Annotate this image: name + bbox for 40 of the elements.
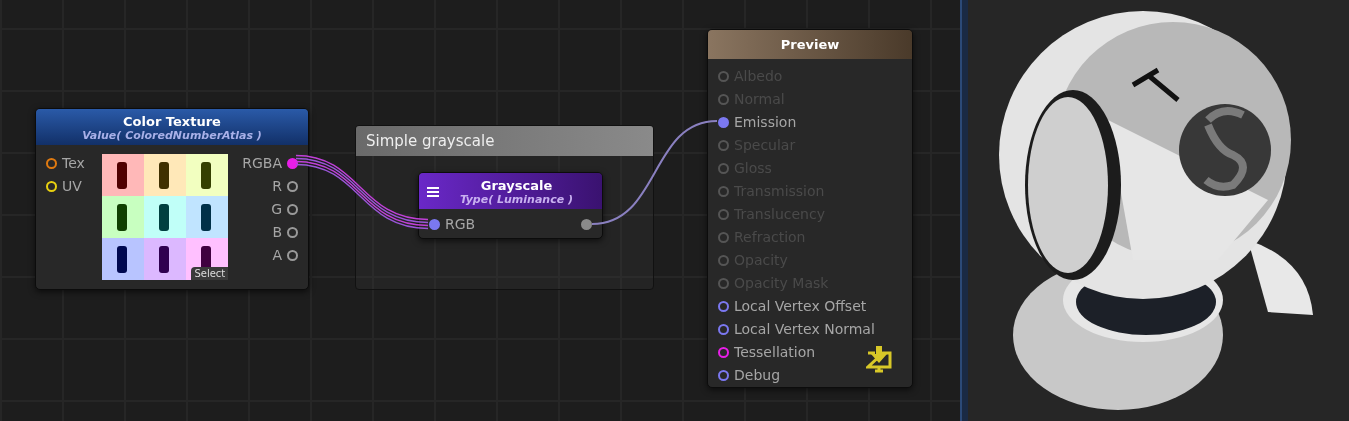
port-connector[interactable] — [718, 323, 729, 335]
port-label: Tessellation — [734, 344, 816, 360]
menu-icon[interactable] — [427, 187, 439, 197]
node-header[interactable]: Color Texture Value( ColoredNumberAtlas ) — [36, 109, 308, 145]
grayscale-node[interactable]: Grayscale Type( Luminance ) RGB — [418, 172, 603, 239]
node-subtitle: Type( Luminance ) — [458, 193, 574, 206]
port-connector[interactable] — [287, 226, 298, 238]
port-label: Local Vertex Offset — [734, 298, 867, 314]
port-connector[interactable] — [287, 180, 298, 192]
port-connector[interactable] — [287, 203, 298, 215]
port-label: RGBA — [242, 155, 282, 171]
port-connector[interactable] — [718, 346, 729, 358]
port-label: Debug — [734, 367, 781, 383]
port-connector[interactable] — [287, 249, 298, 261]
node-title: Preview — [779, 37, 841, 52]
node-subtitle: Value( ColoredNumberAtlas ) — [81, 129, 263, 142]
port-connector[interactable] — [429, 218, 440, 230]
port-label: B — [272, 224, 282, 240]
port-connector[interactable] — [581, 218, 592, 230]
port-label: RGB — [445, 216, 476, 232]
node-header[interactable]: Preview — [708, 30, 912, 59]
port-connector[interactable] — [718, 369, 729, 381]
node-title: Color Texture — [122, 114, 222, 129]
port-label: G — [271, 201, 282, 217]
port-label: UV — [62, 178, 82, 194]
select-button[interactable]: Select — [191, 267, 229, 280]
port-label: Tex — [62, 155, 85, 171]
group-title[interactable]: Simple grayscale — [356, 126, 653, 156]
port-connector[interactable] — [718, 300, 729, 312]
port-label: R — [272, 178, 282, 194]
node-header[interactable]: Grayscale Type( Luminance ) — [419, 173, 602, 209]
port-label: Emission — [734, 114, 797, 130]
port-connector[interactable] — [46, 157, 57, 169]
download-icon[interactable] — [866, 345, 892, 375]
port-connector[interactable] — [287, 157, 298, 169]
texture-node[interactable]: Color Texture Value( ColoredNumberAtlas ) Tex UV Select RGBA R G B A — [35, 108, 309, 290]
port-label: A — [272, 247, 282, 263]
port-connector[interactable] — [718, 116, 729, 128]
node-title: Grayscale — [479, 178, 554, 193]
port-label: Local Vertex Normal — [734, 321, 875, 337]
